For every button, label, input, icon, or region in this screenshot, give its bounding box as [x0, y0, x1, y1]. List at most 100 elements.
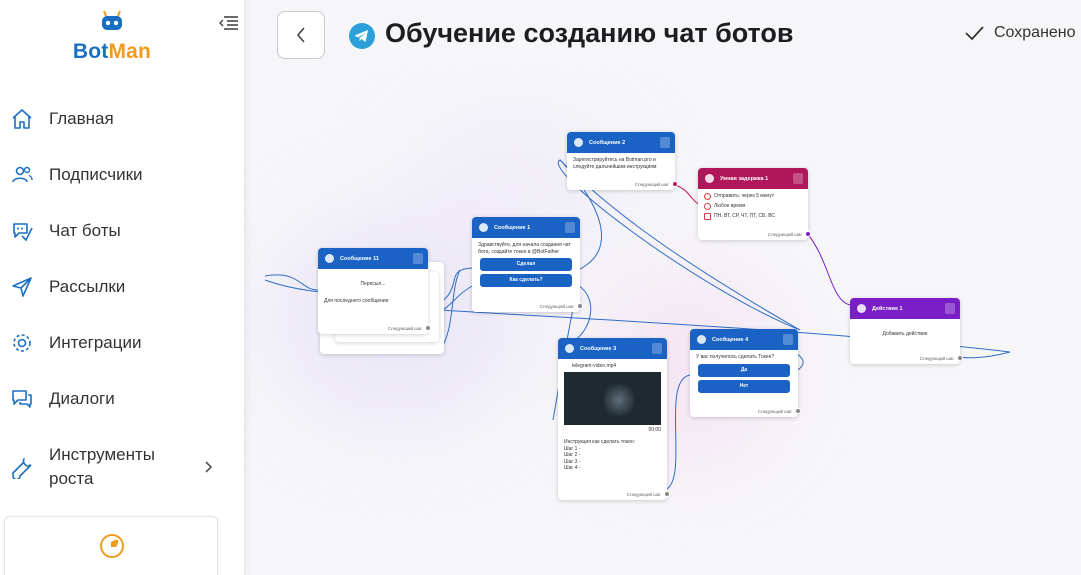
video-preview[interactable]: [564, 371, 661, 425]
node-button-how[interactable]: Как сделать?: [480, 274, 572, 287]
node-button-no[interactable]: Нет: [698, 379, 790, 393]
next-step-port[interactable]: [795, 408, 801, 414]
next-step-label: Следующий шаг: [767, 232, 802, 237]
flow-node-action[interactable]: Действие 1 Добавить действие Следующий ш…: [850, 298, 963, 364]
node-title: Сообщение 11: [340, 255, 379, 262]
dialogs-icon: [10, 387, 34, 411]
clock-icon: [704, 193, 711, 200]
node-text: Для последнего сообщения: [324, 297, 389, 304]
botman-logo[interactable]: BotMan: [62, 8, 162, 70]
next-step-label: Следующий шаг: [919, 356, 954, 361]
video-filename: telegram-video.mp4: [572, 363, 617, 369]
node-header: Умная задержка 1: [698, 168, 808, 189]
saved-status: Сохранено: [963, 24, 1076, 42]
node-menu-icon[interactable]: [652, 343, 662, 354]
saved-label: Сохранено: [994, 24, 1076, 41]
video-frame: [604, 379, 634, 420]
node-body: Добавить действие: [850, 319, 960, 342]
rocket-badge-icon: [100, 534, 124, 558]
sidebar-item-mailings[interactable]: Рассылки: [0, 259, 245, 315]
node-menu-icon[interactable]: [783, 334, 793, 345]
bot-logo-icon: [102, 10, 122, 30]
next-step-port[interactable]: [425, 325, 431, 331]
sidebar-item-subscribers[interactable]: Подписчики: [0, 147, 245, 203]
add-action-link[interactable]: Добавить действие: [856, 331, 954, 338]
sidebar-item-label: Инструменты роста: [49, 445, 156, 488]
node-button-done[interactable]: Сделал: [480, 258, 572, 271]
clock-icon: [705, 174, 714, 183]
node-text: Пересыл...: [360, 281, 386, 287]
next-step-label: Следующий шаг: [539, 304, 574, 309]
sidebar-item-label: Подписчики: [49, 165, 143, 184]
next-step-port[interactable]: [577, 303, 583, 309]
delay-text: Отправить: через 5 минут: [714, 193, 775, 200]
time-row: Любое время: [704, 203, 802, 210]
message-icon: [325, 254, 334, 263]
node-header: Сообщение 11: [318, 248, 428, 269]
next-step-port[interactable]: [664, 491, 670, 497]
collapse-menu-icon[interactable]: [218, 13, 240, 33]
next-step-label: Следующий шаг: [634, 182, 669, 187]
flow-node-message-11[interactable]: Сообщение 11 Пересыл... Для последнего с…: [318, 248, 431, 334]
time-text: Любое время: [714, 203, 746, 210]
chatbot-icon: [10, 219, 34, 243]
sidebar-item-label: Интеграции: [49, 333, 142, 352]
node-header: Сообщение 1: [472, 217, 580, 238]
sidebar-item-integrations[interactable]: Интеграции: [0, 315, 245, 371]
gear-icon: [10, 331, 34, 355]
node-button-yes[interactable]: Да: [698, 363, 790, 377]
sidebar-item-label: Главная: [49, 109, 114, 128]
flow-node-message-4[interactable]: Сообщение 4 У вас получилось сделать Ток…: [690, 329, 801, 417]
message-icon: [479, 223, 488, 232]
sidebar-item-growth-tools[interactable]: Инструменты роста: [0, 427, 245, 507]
node-title: Сообщение 2: [589, 139, 626, 146]
chevron-left-icon: [296, 27, 305, 43]
node-title: Сообщение 4: [712, 336, 749, 343]
node-menu-icon[interactable]: [413, 253, 423, 264]
sidebar-item-chatbots[interactable]: Чат боты: [0, 203, 245, 259]
next-step-port[interactable]: [957, 355, 963, 361]
promo-card[interactable]: [4, 516, 218, 575]
next-step-port[interactable]: [805, 231, 811, 237]
flow-node-message-1[interactable]: Сообщение 1 Здравствуйте, для начала соз…: [472, 217, 583, 312]
node-text: Инструкция как сделать токен: Шаг 1 - Ша…: [564, 439, 636, 471]
brand-part-man: Man: [108, 40, 152, 63]
message-icon: [565, 344, 574, 353]
message-icon: [574, 138, 583, 147]
node-menu-icon[interactable]: [793, 173, 803, 184]
node-body: У вас получилось сделать Токен? Да Нет: [690, 350, 798, 397]
node-title: Сообщение 1: [494, 224, 531, 231]
node-text: У вас получилось сделать Токен?: [696, 354, 775, 360]
node-text: Здравствуйте, для начала создания чат бо…: [478, 242, 571, 255]
sidebar-nav: Главная Подписчики Чат боты Рассылки Инт…: [0, 91, 245, 507]
node-body: telegram-video.mp4 00:00 Инструкция как …: [558, 359, 667, 476]
node-header: Действие 1: [850, 298, 960, 319]
node-body: Пересыл... Для последнего сообщения: [318, 269, 428, 308]
node-body: Отправить: через 5 минут Любое время ПН,…: [698, 189, 808, 227]
node-header: Сообщение 3: [558, 338, 667, 359]
sidebar-item-label: Рассылки: [49, 277, 126, 296]
flow-node-smart-delay[interactable]: Умная задержка 1 Отправить: через 5 мину…: [698, 168, 811, 240]
send-icon: [10, 275, 34, 299]
action-icon: [857, 304, 866, 313]
node-menu-icon[interactable]: [565, 222, 575, 233]
video-time: 00:00: [648, 426, 661, 433]
node-body: Зарегистрируйтесь на Botman.pro и следуй…: [567, 153, 675, 174]
node-header: Сообщение 4: [690, 329, 798, 350]
home-icon: [10, 107, 34, 131]
node-title: Умная задержка 1: [720, 175, 769, 182]
sidebar-item-home[interactable]: Главная: [0, 91, 245, 147]
node-menu-icon[interactable]: [945, 303, 955, 314]
node-menu-icon[interactable]: [660, 137, 670, 148]
sidebar-item-dialogs[interactable]: Диалоги: [0, 371, 245, 427]
time-icon: [704, 203, 711, 210]
next-step-port[interactable]: [672, 181, 678, 187]
node-text: Зарегистрируйтесь на Botman.pro и следуй…: [573, 157, 657, 170]
back-button[interactable]: [277, 11, 325, 59]
flow-node-message-2[interactable]: Сообщение 2 Зарегистрируйтесь на Botman.…: [567, 132, 678, 190]
telegram-icon: [349, 23, 375, 49]
flow-node-message-3[interactable]: Сообщение 3 telegram-video.mp4 00:00 Инс…: [558, 338, 670, 500]
next-step-label: Следующий шаг: [387, 326, 422, 331]
node-header: Сообщение 2: [567, 132, 675, 153]
brand-part-bot: Bot: [72, 40, 109, 63]
